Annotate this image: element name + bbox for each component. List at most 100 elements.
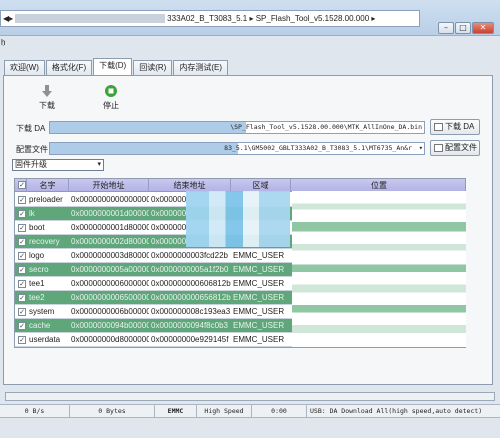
scatter-path: 83_5.1\GM5002_GBLT333A02_B_T3083_5.1\MT6… xyxy=(224,144,412,152)
cell-start: 0x0000000006b00000 xyxy=(71,307,149,316)
tab-welcome[interactable]: 欢迎(W) xyxy=(4,60,45,75)
cell-region: EMMC_USER xyxy=(233,293,285,302)
download-arrow-icon xyxy=(42,85,52,97)
cell-end: 0x0000000094f8c0b3 xyxy=(151,321,228,330)
cell-start: 0x00000000d8000000 xyxy=(71,335,149,344)
cell-name: lk xyxy=(29,209,35,218)
cell-start: 0x0000000001d00000 xyxy=(71,209,149,218)
cell-start: 0x0000000000000000 xyxy=(71,195,149,204)
cell-name: tee2 xyxy=(29,293,45,302)
status-mode: High Speed xyxy=(197,405,252,418)
blurred-path xyxy=(50,143,238,154)
row-checkbox[interactable]: ✓ xyxy=(18,322,26,330)
cell-end: 0x00000000e929145f xyxy=(151,335,229,344)
chevron-right-icon: ▸ xyxy=(247,14,256,23)
close-button[interactable]: ✕ xyxy=(472,22,494,34)
blurred-path xyxy=(50,122,246,133)
cell-start: 0x0000000002d80000 xyxy=(71,237,149,246)
cell-name: secro xyxy=(29,265,49,274)
stop-icon xyxy=(105,85,117,97)
download-agent-path: \SP_Flash_Tool_v5.1528.00.000\MTK_AllInO… xyxy=(230,123,422,131)
status-storage: EMMC xyxy=(155,405,197,418)
row-checkbox[interactable]: ✓ xyxy=(18,280,26,288)
download-label: 下载 xyxy=(39,101,55,110)
cell-name: userdata xyxy=(29,335,61,344)
scatter-file-button[interactable]: 配置文件 xyxy=(430,140,480,156)
row-checkbox[interactable]: ✓ xyxy=(18,294,26,302)
tab-strip: 欢迎(W) 格式化(F) 下载(D) 回读(R) 内存测试(E) xyxy=(4,58,229,75)
cell-start: 0x0000000006500000 xyxy=(71,293,149,302)
row-checkbox[interactable]: ✓ xyxy=(18,252,26,260)
cell-name: tee1 xyxy=(29,279,45,288)
cell-name: recovery xyxy=(29,237,60,246)
cell-end: 0x000000000656812b xyxy=(151,293,231,302)
row-checkbox[interactable]: ✓ xyxy=(18,308,26,316)
tab-readback[interactable]: 回读(R) xyxy=(133,60,173,75)
menu-bar: ḥ xyxy=(0,36,500,50)
column-name[interactable]: 名字 xyxy=(27,179,69,192)
download-mode-select[interactable]: 固件升级 ▾ xyxy=(12,159,104,171)
row-checkbox[interactable]: ✓ xyxy=(18,210,26,218)
chevron-down-icon[interactable]: ▾ xyxy=(419,143,423,154)
pixelated-region xyxy=(186,191,290,247)
cell-end: 0x0000000003fcd22b xyxy=(151,251,228,260)
cell-name: cache xyxy=(29,321,51,330)
tab-download[interactable]: 下载(D) xyxy=(93,58,133,75)
stop-label: 停止 xyxy=(103,101,119,110)
tab-memory-test[interactable]: 内存测试(E) xyxy=(173,60,228,75)
bottom-border xyxy=(0,420,500,438)
maximize-button[interactable]: □ xyxy=(455,22,471,34)
tab-format[interactable]: 格式化(F) xyxy=(45,60,93,75)
flash-tool-window: ◀▸ 333A02_B_T3083_5.1 ▸ SP_Flash_Tool_v5… xyxy=(0,0,500,438)
status-bar: 0 B/s 0 Bytes EMMC High Speed 0:00 USB: … xyxy=(0,404,500,418)
download-agent-button[interactable]: 下载 DA xyxy=(430,119,480,135)
download-agent-button-label: 下载 DA xyxy=(445,122,475,131)
header-checkbox[interactable]: ✓ xyxy=(15,179,27,192)
title-bar: ◀▸ 333A02_B_T3083_5.1 ▸ SP_Flash_Tool_v5… xyxy=(0,0,500,36)
cell-region: EMMC_USER xyxy=(233,279,285,288)
minimize-button[interactable]: – xyxy=(438,22,454,34)
cell-region: EMMC_USER xyxy=(233,251,285,260)
cell-end: 0x0000000005a1f2b0 xyxy=(151,265,229,274)
cell-start: 0x0000000005a00000 xyxy=(71,265,149,274)
file-icon xyxy=(434,144,443,152)
cell-start: 0x0000000094b00000 xyxy=(71,321,149,330)
row-checkbox[interactable]: ✓ xyxy=(18,336,26,344)
cell-name: preloader xyxy=(29,195,63,204)
column-start-address[interactable]: 开始地址 xyxy=(69,179,149,192)
status-bytes: 0 Bytes xyxy=(70,405,155,418)
cell-name: logo xyxy=(29,251,45,260)
scatter-button-label: 配置文件 xyxy=(445,143,477,152)
scatter-file-field[interactable]: 83_5.1\GM5002_GBLT333A02_B_T3083_5.1\MT6… xyxy=(49,142,425,155)
address-segment-2[interactable]: SP_Flash_Tool_v5.1528.00.000 xyxy=(256,14,369,23)
cell-name: boot xyxy=(29,223,45,232)
row-checkbox[interactable]: ✓ xyxy=(18,224,26,232)
chevron-down-icon: ▾ xyxy=(97,161,101,168)
download-agent-label: 下载 DA xyxy=(16,124,46,133)
row-checkbox[interactable]: ✓ xyxy=(18,266,26,274)
cell-region: EMMC_USER xyxy=(233,265,285,274)
status-time: 0:00 xyxy=(252,405,307,418)
cell-end: 0x000000000606812b xyxy=(151,279,231,288)
menu-item[interactable]: ḥ xyxy=(1,38,5,47)
row-checkbox[interactable]: ✓ xyxy=(18,196,26,204)
pixelated-region xyxy=(292,191,466,347)
chevron-right-icon: ▸ xyxy=(369,14,376,23)
download-agent-field[interactable]: \SP_Flash_Tool_v5.1528.00.000\MTK_AllInO… xyxy=(49,121,425,134)
stop-button[interactable]: 停止 xyxy=(96,84,126,111)
scatter-label: 配置文件 xyxy=(16,145,48,154)
cell-start: 0x0000000006000000 xyxy=(71,279,149,288)
address-bar[interactable]: ◀▸ 333A02_B_T3083_5.1 ▸ SP_Flash_Tool_v5… xyxy=(0,10,420,27)
cell-start: 0x0000000001d80000 xyxy=(71,223,149,232)
status-info: USB: DA Download All(high speed,auto det… xyxy=(310,407,483,415)
cell-region: EMMC_USER xyxy=(233,335,285,344)
row-checkbox[interactable]: ✓ xyxy=(18,238,26,246)
blurred-path xyxy=(15,14,166,23)
download-mode-value: 固件升级 xyxy=(15,160,47,169)
cell-start: 0x0000000003d80000 xyxy=(71,251,149,260)
back-arrow-icon[interactable]: ◀▸ xyxy=(3,14,13,23)
address-segment-1[interactable]: 333A02_B_T3083_5.1 xyxy=(167,14,247,23)
cell-end: 0x000000008c193ea3 xyxy=(151,307,231,316)
download-button[interactable]: 下载 xyxy=(32,84,62,111)
status-speed: 0 B/s xyxy=(0,405,70,418)
